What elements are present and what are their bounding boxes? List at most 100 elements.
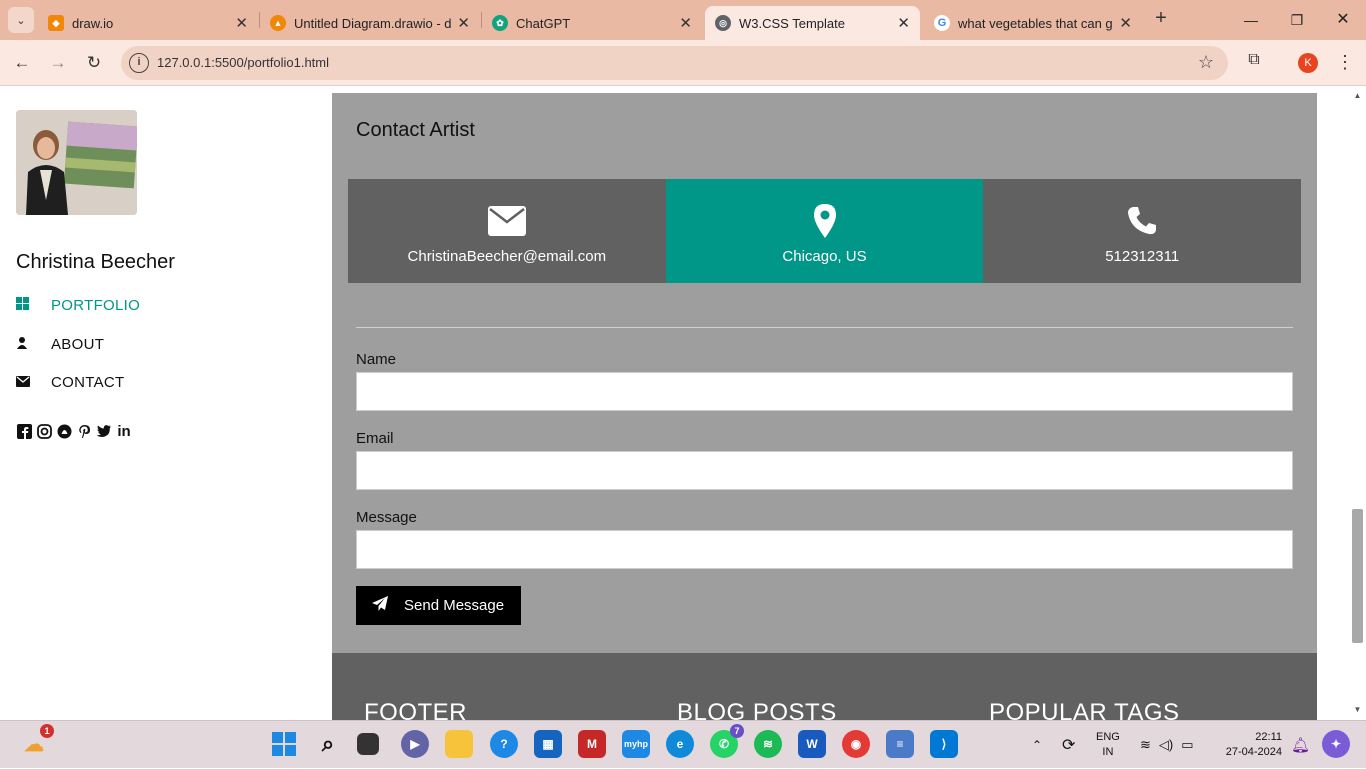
site-info-icon[interactable]: i (129, 53, 149, 73)
url-text[interactable]: 127.0.0.1:5500/portfolio1.html (157, 55, 329, 70)
start-icon[interactable] (270, 730, 298, 758)
tab-search-button[interactable]: ⌄ (8, 7, 34, 33)
lang-code: ENG (1096, 731, 1120, 743)
system-tray-icons[interactable]: ≋ ◁) ▭ (1140, 721, 1194, 769)
contact-info-row: ChristinaBeecher@email.com Chicago, US 5… (348, 179, 1302, 283)
close-window-button[interactable]: ✕ (1328, 8, 1358, 32)
clock[interactable]: 22:11 27-04-2024 (1218, 721, 1282, 769)
task-view-icon[interactable] (357, 733, 379, 755)
battery-icon: ▭ (1181, 737, 1194, 752)
footer-heading: FOOTER (364, 699, 467, 720)
time-text: 22:11 (1255, 731, 1282, 743)
profile-avatar[interactable]: K (1298, 53, 1318, 73)
minimize-button[interactable]: — (1236, 8, 1266, 32)
location-text: Chicago, US (782, 247, 867, 265)
linkedin-icon[interactable]: in (116, 423, 132, 440)
whatsapp-icon[interactable]: ✆ 7 (710, 724, 744, 758)
email-info-box: ChristinaBeecher@email.com (348, 179, 666, 283)
edge-icon[interactable]: e (666, 730, 694, 758)
language-indicator[interactable]: ENG IN (1096, 721, 1120, 769)
nav-portfolio[interactable]: PORTFOLIO (16, 293, 140, 317)
mcafee-icon[interactable]: M (578, 730, 606, 758)
reload-button[interactable]: ↻ (81, 50, 107, 76)
artist-name: Christina Beecher (16, 251, 175, 273)
sidebar: Christina Beecher PORTFOLIO ABOUT CONTAC… (0, 87, 300, 720)
phone-info-box: 512312311 (983, 179, 1302, 283)
address-bar[interactable]: i 127.0.0.1:5500/portfolio1.html ☆ (121, 46, 1228, 80)
browser-menu-icon[interactable]: ⋮ (1336, 52, 1354, 73)
scrollbar-thumb[interactable] (1352, 509, 1363, 643)
back-button[interactable]: ← (9, 50, 35, 76)
lang-region: IN (1102, 746, 1114, 758)
tab-title: what vegetables that can gr (958, 15, 1114, 31)
browser-toolbar: ← → ↻ i 127.0.0.1:5500/portfolio1.html ☆ (0, 40, 1366, 86)
forward-button[interactable]: → (45, 50, 71, 76)
phone-text: 512312311 (1105, 247, 1180, 265)
tab-title: W3.CSS Template (739, 15, 845, 31)
close-icon[interactable]: ✕ (1119, 14, 1132, 32)
nav-contact[interactable]: CONTACT (16, 370, 124, 394)
tab-drawio[interactable]: ◆ draw.io ✕ (38, 6, 258, 40)
pinterest-icon[interactable] (76, 423, 92, 439)
globe-favicon-icon: ◎ (715, 15, 731, 31)
word-icon[interactable]: W (798, 730, 826, 758)
tab-untitled-diagram[interactable]: ▲ Untitled Diagram.drawio - d ✕ (260, 6, 480, 40)
close-icon[interactable]: ✕ (897, 14, 910, 32)
notification-bell-icon[interactable]: 🔔︎ (1291, 721, 1310, 769)
notepad-icon[interactable]: ≡ (886, 730, 914, 758)
google-favicon-icon: G (934, 15, 950, 31)
email-field[interactable] (356, 451, 1293, 490)
th-large-icon (16, 297, 51, 313)
tab-google-search[interactable]: G what vegetables that can gr ✕ (924, 6, 1142, 40)
close-icon[interactable]: ✕ (235, 14, 248, 32)
tab-w3css-template[interactable]: ◎ W3.CSS Template ✕ (705, 6, 920, 40)
new-tab-button[interactable]: + (1150, 8, 1172, 30)
browser-tab-bar: ⌄ ◆ draw.io ✕ ▲ Untitled Diagram.drawio … (0, 0, 1366, 40)
microsoft-store-icon[interactable]: ▦ (534, 730, 562, 758)
date-text: 27-04-2024 (1225, 746, 1282, 758)
windows-taskbar: ☁ 1 ⌕ ▶ ? ▦ M myhp e ✆ 7 ≋ W ◉ ≡ ⟩ ⌃ ⟳ ENG… (0, 720, 1366, 768)
facebook-icon[interactable] (16, 423, 32, 439)
popular-tags-heading: POPULAR TAGS (989, 699, 1180, 720)
drawio-favicon-icon: ◆ (48, 15, 64, 31)
avatar (16, 110, 137, 215)
myhp-icon[interactable]: myhp (622, 730, 650, 758)
envelope-icon (16, 375, 51, 390)
drawio-favicon-icon: ▲ (270, 15, 286, 31)
message-field[interactable] (356, 530, 1293, 569)
spotify-icon[interactable]: ≋ (754, 730, 782, 758)
teams-chat-icon[interactable]: ▶ (401, 730, 429, 758)
instagram-icon[interactable] (36, 423, 52, 439)
twitter-icon[interactable] (96, 423, 112, 439)
send-message-button[interactable]: Send Message (356, 586, 521, 625)
snapchat-icon[interactable] (56, 423, 72, 439)
section-title: Contact Artist (356, 119, 475, 141)
scroll-down-arrow-icon[interactable]: ▼ (1352, 705, 1363, 714)
page-scrollbar[interactable]: ▲ ▼ (1349, 87, 1366, 720)
tab-title: ChatGPT (516, 15, 571, 31)
sync-icon[interactable]: ⟳ (1062, 721, 1075, 769)
main-content: Contact Artist ChristinaBeecher@email.co… (300, 87, 1349, 720)
name-field[interactable] (356, 372, 1293, 411)
phone-icon (1127, 198, 1157, 244)
location-info-box: Chicago, US (665, 179, 984, 283)
tab-title: Untitled Diagram.drawio - d (294, 15, 452, 31)
tab-chatgpt[interactable]: ✿ ChatGPT ✕ (482, 6, 702, 40)
copilot-icon[interactable]: ✦ (1322, 730, 1350, 758)
chrome-icon[interactable]: ◉ (842, 730, 870, 758)
vscode-icon[interactable]: ⟩ (930, 730, 958, 758)
bookmark-star-icon[interactable]: ☆ (1198, 52, 1214, 73)
contact-section: Contact Artist ChristinaBeecher@email.co… (332, 93, 1317, 653)
name-label: Name (356, 351, 397, 368)
get-help-icon[interactable]: ? (490, 730, 518, 758)
nav-about[interactable]: ABOUT (16, 332, 104, 356)
close-icon[interactable]: ✕ (679, 14, 692, 32)
close-icon[interactable]: ✕ (457, 14, 470, 32)
restore-button[interactable]: ❐ (1282, 8, 1312, 32)
extensions-icon[interactable]: ⧉ (1243, 51, 1265, 73)
weather-icon[interactable]: ☁ 1 (20, 724, 54, 758)
scroll-up-arrow-icon[interactable]: ▲ (1352, 91, 1363, 100)
search-icon[interactable]: ⌕ (314, 730, 342, 758)
show-hidden-icons[interactable]: ⌃ (1032, 721, 1042, 769)
file-explorer-icon[interactable] (445, 730, 473, 758)
